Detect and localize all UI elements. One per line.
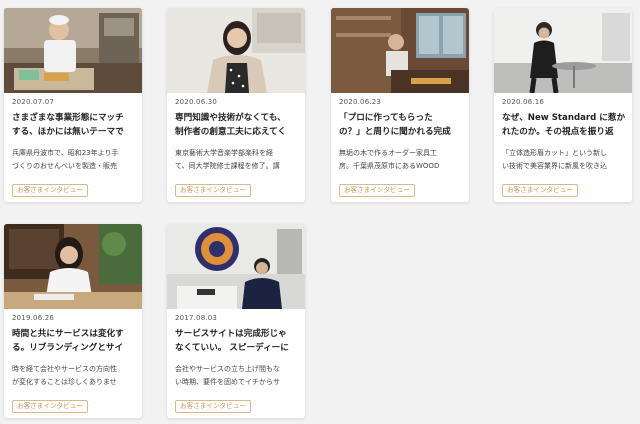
card-title[interactable]: さまざまな事業形態にマッチ する、ほかには無いテーマで: [12, 111, 136, 141]
card-title-line: れたのか。その視点を振り返: [502, 127, 614, 137]
card-title[interactable]: なぜ、New Standard に惹か れたのか。その視点を振り返: [502, 111, 626, 141]
card-date: 2019.06.26: [12, 314, 55, 322]
interview-card[interactable]: 2020.06.16 なぜ、New Standard に惹か れたのか。その視点…: [494, 8, 632, 202]
card-title-line: 「プロに作ってもらった: [339, 113, 433, 123]
photo-man-modern-room: [494, 8, 632, 93]
card-excerpt-line: 兵庫県丹波市で、昭和23年より手: [12, 149, 119, 157]
interview-card-grid: 2020.07.07 さまざまな事業形態にマッチ する、ほかには無いテーマで 兵…: [0, 0, 640, 424]
card-title-line: 制作者の創意工夫に応えてく: [175, 127, 287, 137]
photo-woman-office: [167, 8, 305, 93]
interview-card[interactable]: 2019.06.26 時間と共にサービスは変化す る。リブランディングとサイ 時…: [4, 224, 142, 418]
card-title-line: る。リブランディングとサイ: [12, 343, 124, 353]
photo-man-with-logo: [167, 224, 305, 309]
category-tag[interactable]: お客さまインタビュー: [175, 400, 251, 413]
card-excerpt-line: づくりのおせんべいを製造・販売: [12, 161, 117, 170]
card-date: 2020.07.07: [12, 98, 55, 106]
card-date: 2020.06.23: [339, 98, 382, 106]
card-thumbnail[interactable]: [331, 8, 469, 93]
card-thumbnail[interactable]: [167, 224, 305, 309]
card-date: 2020.06.16: [502, 98, 545, 106]
photo-woman-at-desk: [4, 224, 142, 309]
card-date: 2020.06.30: [175, 98, 218, 106]
card-title-line: なくていい。 スピーディーに: [175, 343, 289, 353]
card-excerpt: 無垢の木で作るオーダー家具工 房。千葉県茂原市にあるWOOD: [339, 147, 463, 173]
card-excerpt: 時を経て会社やサービスの方向性 が変化することは珍しくありませ: [12, 363, 136, 389]
card-title-line: 専門知識や技術がなくても、: [175, 113, 286, 123]
card-excerpt: 会社やサービスの立ち上げ間もな い時期、要件を固めてイチからサ: [175, 363, 299, 389]
category-tag[interactable]: お客さまインタビュー: [175, 184, 251, 197]
card-title[interactable]: サービスサイトは完成形じゃ なくていい。 スピーディーに: [175, 327, 299, 357]
card-excerpt-line: が変化することは珍しくありませ: [12, 377, 117, 386]
card-excerpt-line: い技術で美容業界に新風を吹き込: [502, 161, 607, 170]
category-tag[interactable]: お客さまインタビュー: [502, 184, 578, 197]
card-excerpt-line: 東京藝術大学音楽学部楽科を経: [175, 149, 273, 157]
card-title-line: なぜ、New Standard に惹か: [502, 113, 626, 123]
card-excerpt-line: 無垢の木で作るオーダー家具工: [339, 149, 437, 157]
card-title[interactable]: 専門知識や技術がなくても、 制作者の創意工夫に応えてく: [175, 111, 299, 141]
card-title-line: サービスサイトは完成形じゃ: [175, 329, 287, 339]
card-excerpt: 東京藝術大学音楽学部楽科を経 て、同大学院修士課程を修了。講: [175, 147, 299, 173]
category-tag[interactable]: お客さまインタビュー: [12, 184, 88, 197]
card-title-line: の？」と周りに聞かれる完成: [339, 127, 451, 137]
card-excerpt-line: 「立体造形眉カット」という新し: [502, 149, 607, 157]
card-title[interactable]: 時間と共にサービスは変化す る。リブランディングとサイ: [12, 327, 136, 357]
interview-card[interactable]: 2020.07.07 さまざまな事業形態にマッチ する、ほかには無いテーマで 兵…: [4, 8, 142, 202]
interview-card[interactable]: 2020.06.30 専門知識や技術がなくても、 制作者の創意工夫に応えてく 東…: [167, 8, 305, 202]
card-excerpt-line: 会社やサービスの立ち上げ間もな: [175, 365, 280, 373]
card-title-line: する、ほかには無いテーマで: [12, 127, 124, 137]
interview-card[interactable]: 2020.06.23 「プロに作ってもらった の？」と周りに聞かれる完成 無垢の…: [331, 8, 469, 202]
card-thumbnail[interactable]: [4, 224, 142, 309]
photo-craftsman-kitchen: [4, 8, 142, 93]
card-excerpt-line: 時を経て会社やサービスの方向性: [12, 365, 117, 373]
card-thumbnail[interactable]: [4, 8, 142, 93]
card-title-line: さまざまな事業形態にマッチ: [12, 113, 124, 123]
card-title-line: 時間と共にサービスは変化す: [12, 329, 124, 339]
card-excerpt-line: て、同大学院修士課程を修了。講: [175, 161, 280, 170]
interview-card[interactable]: 2017.08.03 サービスサイトは完成形じゃ なくていい。 スピーディーに …: [167, 224, 305, 418]
card-excerpt-line: 房。千葉県茂原市にあるWOOD: [339, 161, 440, 170]
card-thumbnail[interactable]: [494, 8, 632, 93]
photo-furniture-workshop: [331, 8, 469, 93]
card-title[interactable]: 「プロに作ってもらった の？」と周りに聞かれる完成: [339, 111, 463, 141]
card-thumbnail[interactable]: [167, 8, 305, 93]
card-excerpt-line: い時期、要件を固めてイチからサ: [175, 377, 280, 386]
card-date: 2017.08.03: [175, 314, 218, 322]
category-tag[interactable]: お客さまインタビュー: [12, 400, 88, 413]
category-tag[interactable]: お客さまインタビュー: [339, 184, 415, 197]
card-excerpt: 「立体造形眉カット」という新し い技術で美容業界に新風を吹き込: [502, 147, 626, 173]
card-excerpt: 兵庫県丹波市で、昭和23年より手 づくりのおせんべいを製造・販売: [12, 147, 136, 173]
